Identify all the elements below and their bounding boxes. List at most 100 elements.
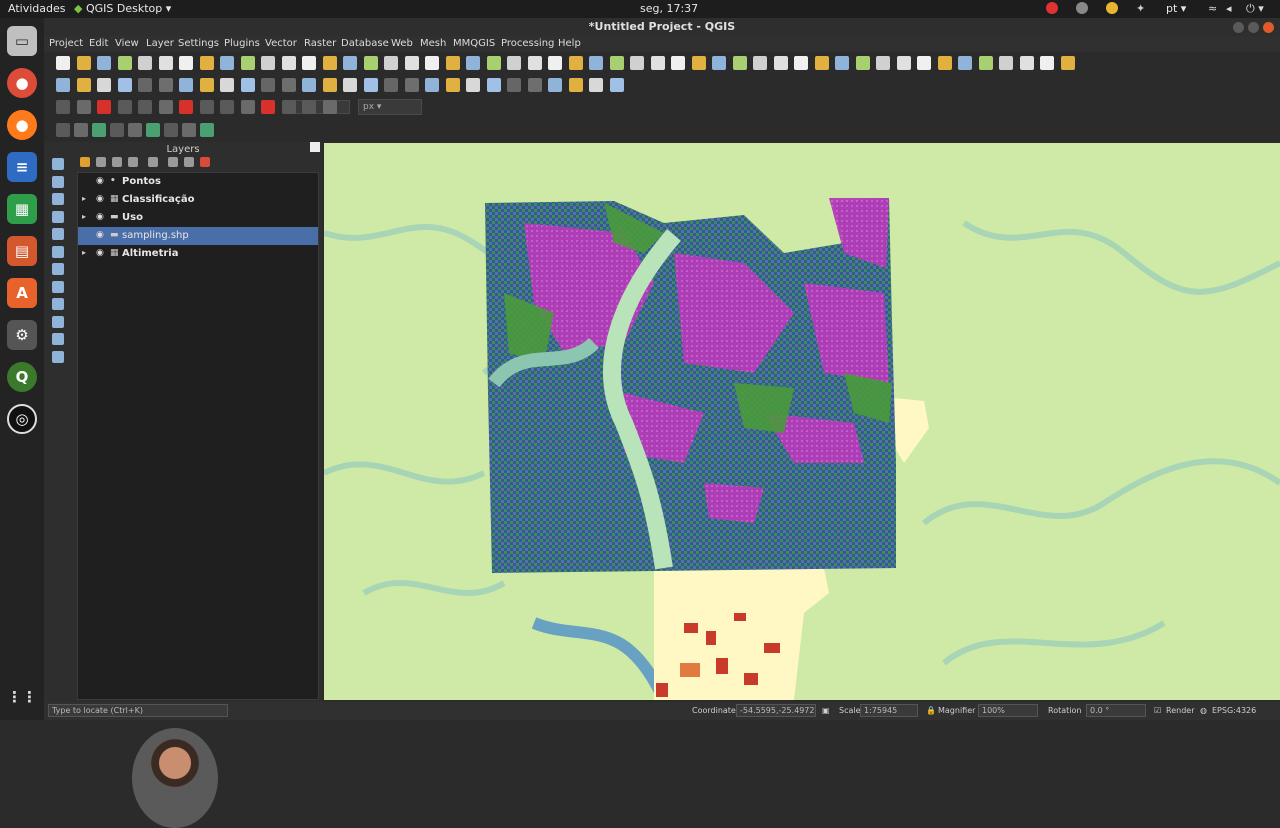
toolbar-button[interactable]	[164, 123, 178, 137]
notification-icon[interactable]	[1076, 2, 1088, 14]
rotation-field[interactable]: 0.0 °	[1086, 704, 1146, 717]
toolbar-button[interactable]	[937, 56, 952, 70]
toolbar-button[interactable]	[281, 78, 296, 92]
toolbar-button[interactable]	[404, 78, 419, 92]
toolbar-button[interactable]	[732, 56, 747, 70]
toolbar-button[interactable]	[281, 100, 296, 114]
toolbar-button[interactable]	[568, 78, 583, 92]
toolbar-button[interactable]	[240, 56, 255, 70]
toolbar-button[interactable]	[999, 56, 1013, 70]
side-tool-button[interactable]	[52, 333, 64, 345]
style-icon[interactable]	[80, 157, 90, 167]
toolbar-button[interactable]	[507, 56, 521, 70]
close-button[interactable]	[1263, 22, 1274, 33]
menu-view[interactable]: View	[115, 38, 139, 49]
coordinate-field[interactable]: -54.5595,-25.4972	[736, 704, 816, 717]
toolbar-button[interactable]	[110, 123, 124, 137]
scale-field[interactable]: 1:75945	[860, 704, 918, 717]
menu-mesh[interactable]: Mesh	[420, 38, 446, 49]
files-icon[interactable]: ▭	[7, 26, 37, 56]
extents-toggle-icon[interactable]: ▣	[822, 706, 830, 715]
toolbar-button[interactable]	[384, 56, 398, 70]
layer-row[interactable]: ▸ ◉ ▦ Classificação	[78, 191, 318, 209]
writer-icon[interactable]: ≡	[7, 152, 37, 182]
side-tool-button[interactable]	[52, 350, 64, 363]
layer-row[interactable]: ◉ ▬ sampling.shp	[78, 227, 318, 245]
line-width-field[interactable]	[290, 100, 350, 114]
toolbar-button[interactable]	[343, 56, 357, 70]
toolbar-button[interactable]	[199, 100, 214, 114]
toolbar-button[interactable]	[158, 78, 173, 92]
toolbar-button[interactable]	[182, 123, 196, 137]
toolbar-button[interactable]	[92, 123, 106, 137]
toolbar-button[interactable]	[1040, 56, 1054, 70]
toolbar-button[interactable]	[507, 78, 521, 92]
toolbar-button[interactable]	[609, 78, 624, 92]
menu-plugins[interactable]: Plugins	[224, 38, 260, 49]
toolbar-button[interactable]	[609, 56, 624, 70]
menu-processing[interactable]: Processing	[501, 38, 554, 49]
lock-icon[interactable]: 🔒	[926, 706, 936, 715]
menu-layer[interactable]: Layer	[146, 38, 174, 49]
toolbar-button[interactable]	[527, 56, 542, 70]
add-group-icon[interactable]	[96, 157, 106, 167]
render-checkbox[interactable]: ☑	[1154, 706, 1161, 715]
toolbar-button[interactable]	[158, 100, 173, 114]
toolbar-button[interactable]	[138, 100, 152, 114]
menu-help[interactable]: Help	[558, 38, 581, 49]
toolbar-button[interactable]	[146, 123, 160, 137]
toolbar-button[interactable]	[179, 78, 193, 92]
locator-input[interactable]: Type to locate (Ctrl+K)	[48, 704, 228, 717]
eye-icon[interactable]: ◉	[96, 230, 104, 240]
toolbar-button[interactable]	[425, 56, 439, 70]
eye-icon[interactable]: ◉	[96, 176, 104, 186]
filter-legend-icon[interactable]	[148, 157, 158, 167]
toolbar-button[interactable]	[958, 56, 972, 70]
toolbar-button[interactable]	[117, 78, 132, 92]
eye-icon[interactable]: ◉	[96, 248, 104, 258]
toolbar-button[interactable]	[220, 100, 234, 114]
toolbar-button[interactable]	[486, 56, 501, 70]
software-center-icon[interactable]: A	[7, 278, 37, 308]
calc-icon[interactable]: ▦	[7, 194, 37, 224]
toolbar-button[interactable]	[179, 56, 193, 70]
menu-project[interactable]: Project	[49, 38, 83, 49]
toolbar-button[interactable]	[671, 56, 685, 70]
toolbar-button[interactable]	[343, 78, 357, 92]
toolbar-button[interactable]	[691, 56, 706, 70]
side-tool-button[interactable]	[52, 193, 64, 205]
menu-edit[interactable]: Edit	[89, 38, 108, 49]
toolbar-button[interactable]	[302, 56, 316, 70]
toolbar-button[interactable]	[261, 56, 275, 70]
toolbar-button[interactable]	[220, 56, 234, 70]
toolbar-button[interactable]	[74, 123, 88, 137]
activities-button[interactable]: Atividades	[8, 2, 65, 15]
menu-database[interactable]: Database	[341, 38, 389, 49]
side-tool-button[interactable]	[52, 245, 64, 258]
toolbar-button[interactable]	[486, 78, 501, 92]
toolbar-button[interactable]	[589, 78, 603, 92]
toolbar-button[interactable]	[876, 56, 890, 70]
toolbar-button[interactable]	[363, 78, 378, 92]
language-indicator[interactable]: pt ▾	[1166, 2, 1186, 15]
visibility-icon[interactable]	[112, 157, 122, 167]
menu-raster[interactable]: Raster	[304, 38, 336, 49]
toolbar-button[interactable]	[97, 100, 111, 114]
toolbar-button[interactable]	[56, 78, 70, 92]
toolbar-button[interactable]	[220, 78, 234, 92]
app-menu[interactable]: ◆ QGIS Desktop ▾	[74, 2, 171, 15]
toolbar-button[interactable]	[76, 100, 91, 114]
toolbar-button[interactable]	[404, 56, 419, 70]
settings-icon[interactable]: ⚙	[7, 320, 37, 350]
toolbar-button[interactable]	[199, 78, 214, 92]
toolbar-button[interactable]	[794, 56, 808, 70]
collapse-all-icon[interactable]	[184, 157, 194, 167]
menu-web[interactable]: Web	[391, 38, 413, 49]
record-icon[interactable]	[1046, 2, 1058, 14]
toolbar-button[interactable]	[445, 78, 460, 92]
toolbar-button[interactable]	[753, 56, 767, 70]
toolbar-button[interactable]	[302, 78, 316, 92]
toolbar-button[interactable]	[466, 78, 480, 92]
toolbar-button[interactable]	[261, 100, 275, 114]
unit-select[interactable]: px ▾	[358, 99, 422, 115]
